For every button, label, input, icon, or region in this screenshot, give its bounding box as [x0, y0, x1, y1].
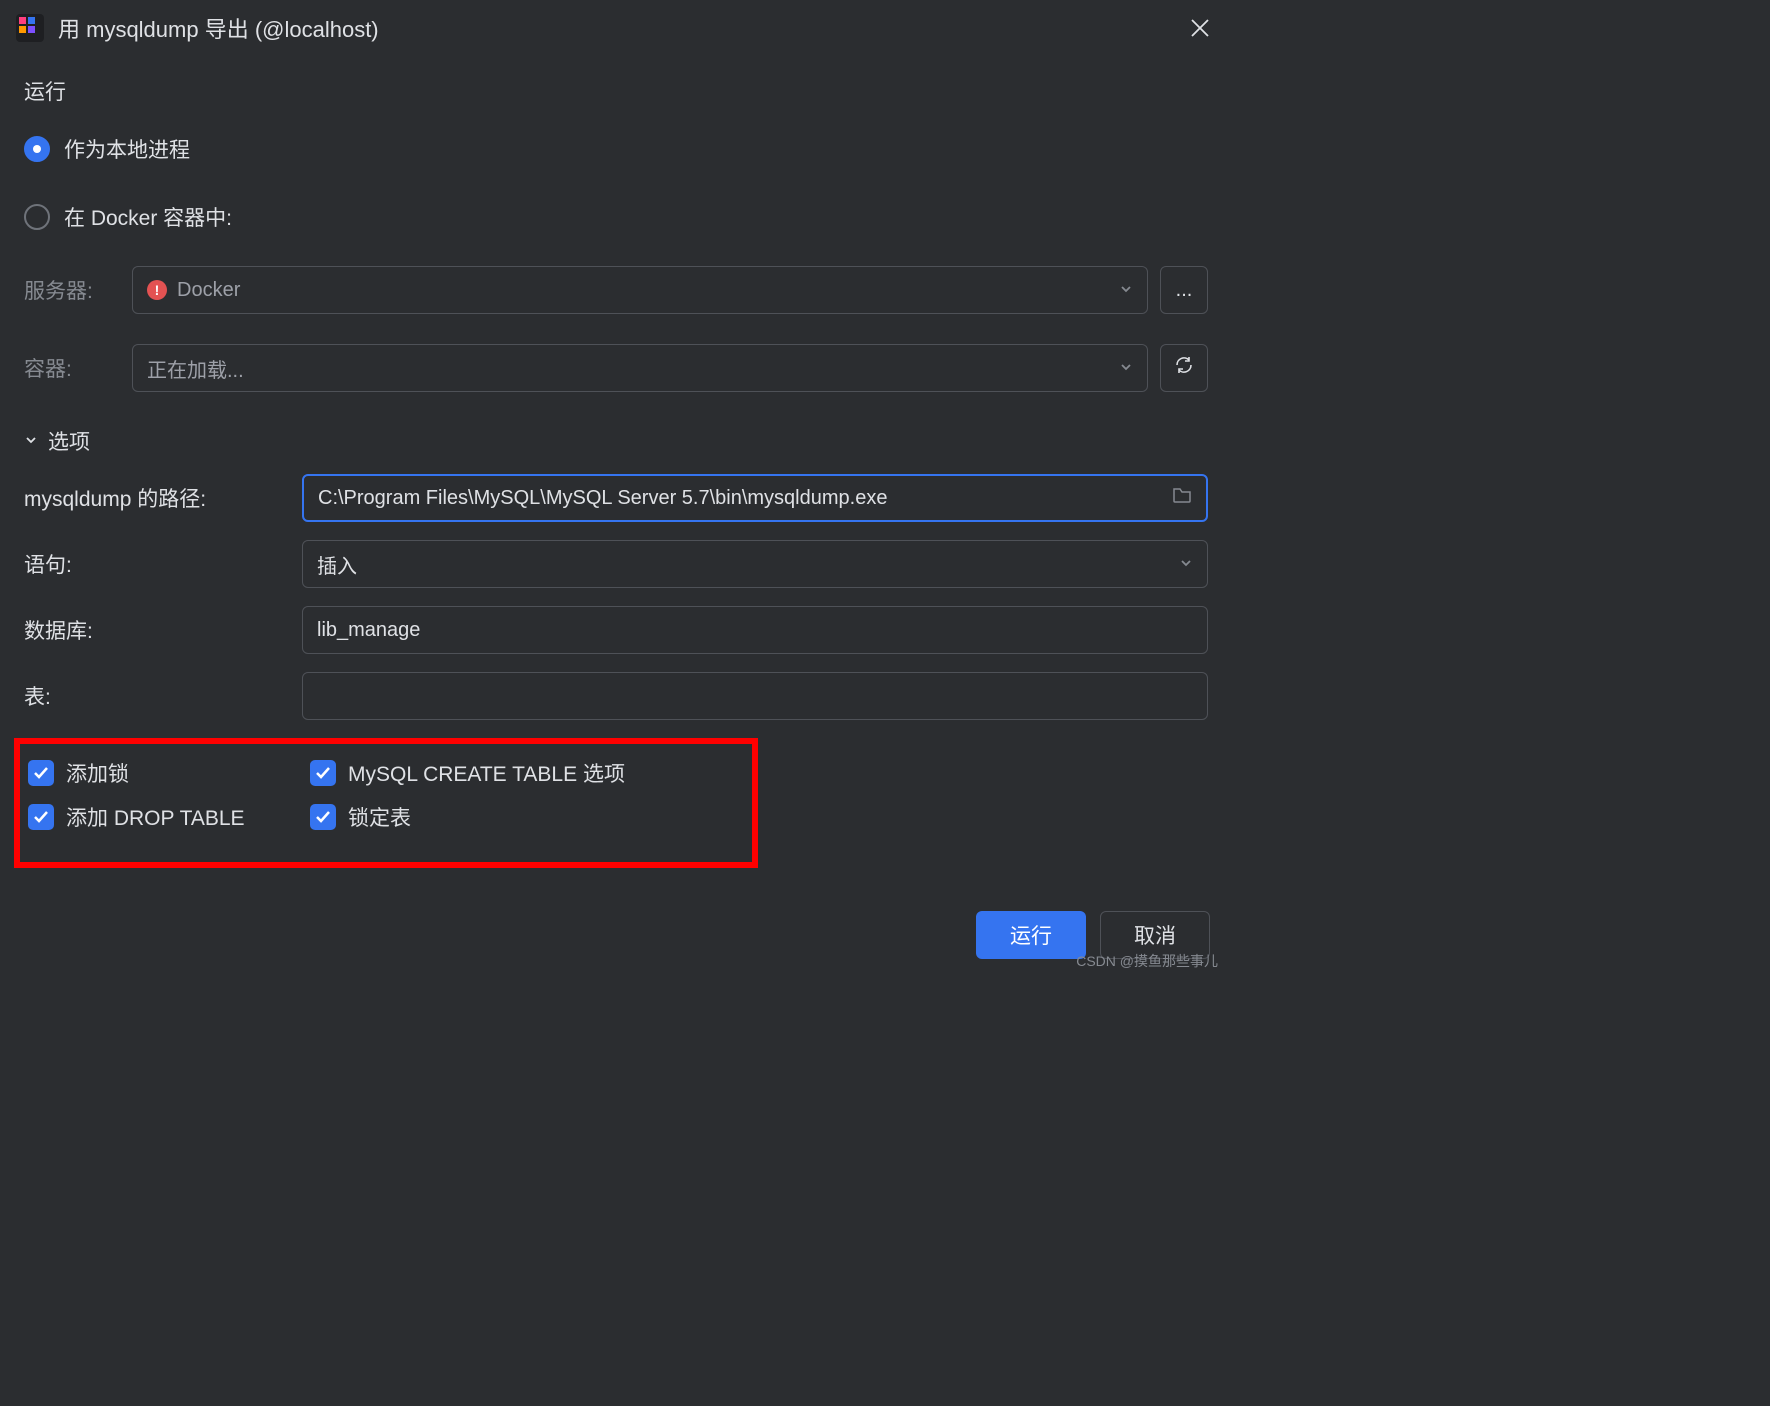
checkbox-checked-icon[interactable] — [310, 760, 336, 786]
chevron-down-icon — [1179, 553, 1193, 576]
run-heading: 运行 — [24, 76, 1208, 106]
tables-label: 表: — [24, 681, 286, 711]
tables-input[interactable] — [302, 672, 1208, 720]
lock-tables-label: 锁定表 — [348, 802, 411, 832]
database-value: lib_manage — [317, 619, 1193, 642]
path-value: C:\Program Files\MySQL\MySQL Server 5.7\… — [318, 487, 1172, 510]
radio-local-label: 作为本地进程 — [64, 134, 190, 164]
options-grid: mysqldump 的路径: C:\Program Files\MySQL\My… — [0, 474, 1232, 720]
checkbox-drop-table[interactable]: 添加 DROP TABLE — [28, 802, 310, 832]
dialog-title: 用 mysqldump 导出 (@localhost) — [58, 12, 1188, 44]
server-more-button[interactable]: ... — [1160, 266, 1208, 314]
close-icon[interactable] — [1188, 16, 1212, 40]
container-label: 容器: — [24, 353, 120, 383]
container-row: 容器: 正在加载... — [0, 338, 1232, 398]
radio-selected-icon[interactable] — [24, 136, 50, 162]
run-section: 运行 作为本地进程 在 Docker 容器中: — [0, 56, 1232, 250]
statement-label: 语句: — [24, 549, 286, 579]
add-locks-label: 添加锁 — [66, 758, 129, 788]
path-label: mysqldump 的路径: — [24, 483, 286, 513]
radio-docker-label: 在 Docker 容器中: — [64, 202, 232, 232]
refresh-icon — [1174, 355, 1194, 381]
mysqldump-path-input[interactable]: C:\Program Files\MySQL\MySQL Server 5.7\… — [302, 474, 1208, 522]
warning-icon: ! — [147, 280, 167, 300]
checkbox-lock-tables[interactable]: 锁定表 — [310, 802, 411, 832]
checkbox-checked-icon[interactable] — [28, 804, 54, 830]
options-collapse-header[interactable]: 选项 — [0, 398, 1232, 474]
highlighted-checkboxes: 添加锁 MySQL CREATE TABLE 选项 添加 DROP TABLE … — [14, 738, 758, 868]
checkbox-checked-icon[interactable] — [310, 804, 336, 830]
database-label: 数据库: — [24, 615, 286, 645]
server-value: Docker — [177, 279, 1109, 302]
chevron-down-icon — [1119, 279, 1133, 302]
folder-icon[interactable] — [1172, 486, 1192, 510]
drop-table-label: 添加 DROP TABLE — [66, 802, 245, 832]
ellipsis-icon: ... — [1176, 279, 1193, 302]
create-table-label: MySQL CREATE TABLE 选项 — [348, 758, 625, 788]
chevron-down-icon — [1119, 357, 1133, 380]
options-heading: 选项 — [48, 426, 90, 456]
checkbox-create-table[interactable]: MySQL CREATE TABLE 选项 — [310, 758, 625, 788]
radio-unselected-icon[interactable] — [24, 204, 50, 230]
app-icon — [16, 14, 44, 42]
run-button[interactable]: 运行 — [976, 911, 1086, 959]
radio-docker[interactable]: 在 Docker 容器中: — [24, 192, 1208, 242]
container-refresh-button[interactable] — [1160, 344, 1208, 392]
radio-local-process[interactable]: 作为本地进程 — [24, 124, 1208, 174]
database-input[interactable]: lib_manage — [302, 606, 1208, 654]
checkbox-checked-icon[interactable] — [28, 760, 54, 786]
statement-select[interactable]: 插入 — [302, 540, 1208, 588]
statement-value: 插入 — [317, 550, 1179, 579]
chevron-down-icon — [24, 429, 38, 453]
checkbox-add-locks[interactable]: 添加锁 — [28, 758, 310, 788]
server-select[interactable]: ! Docker — [132, 266, 1148, 314]
container-value: 正在加载... — [147, 354, 1109, 383]
watermark: CSDN @摸鱼那些事儿 — [1076, 951, 1218, 971]
server-label: 服务器: — [24, 275, 120, 305]
container-select[interactable]: 正在加载... — [132, 344, 1148, 392]
titlebar: 用 mysqldump 导出 (@localhost) — [0, 0, 1232, 56]
server-row: 服务器: ! Docker ... — [0, 260, 1232, 320]
